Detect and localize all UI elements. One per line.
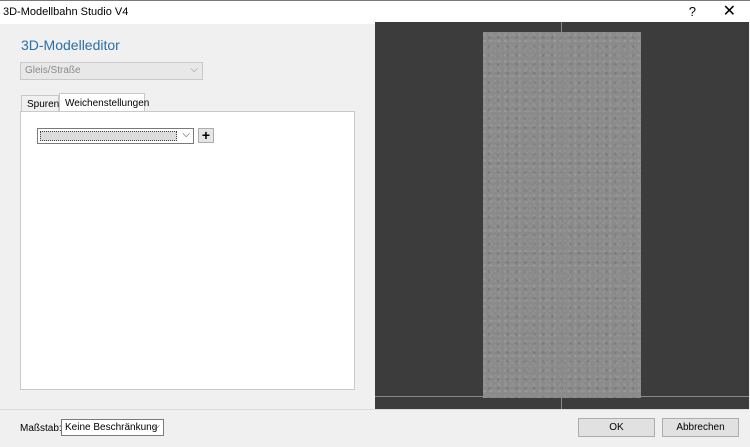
horizontal-axis-line xyxy=(375,396,749,397)
track-model-preview xyxy=(483,32,641,398)
add-switch-setting-button[interactable]: + xyxy=(198,128,214,143)
chevron-down-icon: ⌵ xyxy=(182,129,190,140)
tab-weichenstellungen[interactable]: Weichenstellungen xyxy=(59,93,149,112)
close-icon[interactable]: ✕ xyxy=(723,2,736,22)
switch-setting-value xyxy=(40,131,177,141)
title-bar: 3D-Modellbahn Studio V4 ? ✕ xyxy=(0,0,750,24)
ok-button[interactable]: OK xyxy=(578,418,655,437)
scale-dropdown[interactable]: Keine Beschränkung ⌵ xyxy=(61,419,164,436)
chevron-down-icon: ⌵ xyxy=(190,64,198,75)
vertical-axis-line xyxy=(561,22,562,409)
category-value: Gleis/Straße xyxy=(25,65,81,76)
chevron-down-icon: ⌵ xyxy=(152,421,160,432)
help-icon[interactable]: ? xyxy=(689,4,696,19)
category-dropdown[interactable]: Gleis/Straße ⌵ xyxy=(20,62,203,80)
scale-label: Maßstab: xyxy=(20,423,62,434)
window-title: 3D-Modellbahn Studio V4 xyxy=(3,6,129,18)
3d-viewport[interactable] xyxy=(375,22,749,409)
editor-heading: 3D-Modelleditor xyxy=(21,37,120,53)
tab-panel xyxy=(20,111,355,390)
scale-value: Keine Beschränkung xyxy=(65,422,158,433)
switch-setting-dropdown[interactable]: ⌵ xyxy=(37,128,194,144)
cancel-button[interactable]: Abbrechen xyxy=(662,418,739,437)
